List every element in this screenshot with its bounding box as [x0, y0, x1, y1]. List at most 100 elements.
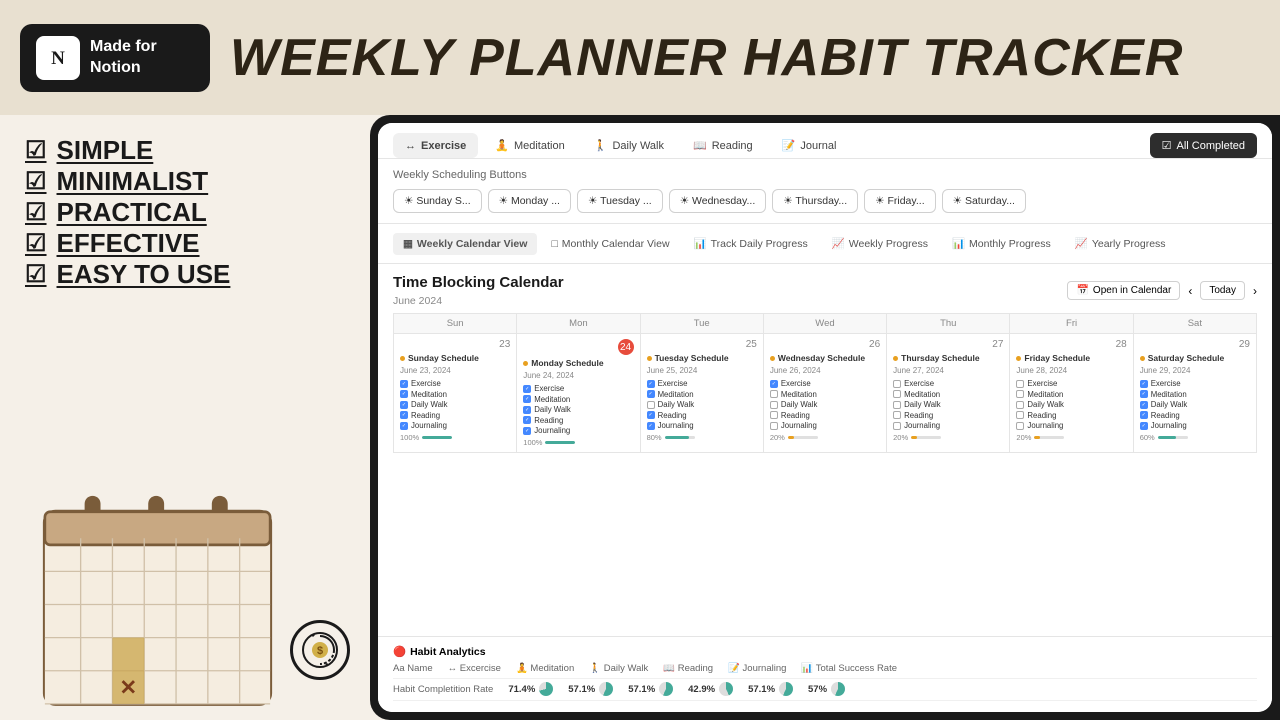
today-button[interactable]: Today	[1200, 281, 1245, 300]
task-checkbox[interactable]	[770, 390, 778, 398]
task-checkbox[interactable]	[647, 390, 655, 398]
task-checkbox[interactable]	[893, 401, 901, 409]
cell-task[interactable]: Journaling	[1016, 421, 1126, 430]
task-checkbox[interactable]	[1016, 380, 1024, 388]
habit-tab[interactable]: 🚶Daily Walk	[582, 133, 676, 158]
task-checkbox[interactable]	[400, 422, 408, 430]
day-button[interactable]: ☀ Wednesday...	[669, 189, 767, 213]
cell-task[interactable]: Reading	[1140, 411, 1250, 420]
habit-tab[interactable]: ☑All Completed	[1150, 133, 1257, 158]
task-checkbox[interactable]	[1016, 390, 1024, 398]
open-calendar-button[interactable]: 📅 Open in Calendar	[1067, 281, 1180, 300]
task-checkbox[interactable]	[400, 380, 408, 388]
task-checkbox[interactable]	[523, 385, 531, 393]
habit-tab[interactable]: ↔Exercise	[393, 133, 478, 158]
cell-task[interactable]: Meditation	[523, 395, 633, 404]
task-checkbox[interactable]	[1016, 401, 1024, 409]
task-checkbox[interactable]	[770, 422, 778, 430]
task-checkbox[interactable]	[1140, 380, 1148, 388]
calendar-cell[interactable]: 23Sunday ScheduleJune 23, 2024ExerciseMe…	[394, 334, 516, 452]
cell-task[interactable]: Exercise	[1140, 379, 1250, 388]
task-checkbox[interactable]	[647, 380, 655, 388]
day-button[interactable]: ☀ Thursday...	[772, 189, 858, 213]
cell-task[interactable]: Daily Walk	[893, 400, 1003, 409]
cell-task[interactable]: Exercise	[400, 379, 510, 388]
task-checkbox[interactable]	[647, 401, 655, 409]
task-checkbox[interactable]	[893, 411, 901, 419]
task-checkbox[interactable]	[400, 390, 408, 398]
cell-task[interactable]: Journaling	[647, 421, 757, 430]
task-checkbox[interactable]	[770, 411, 778, 419]
task-checkbox[interactable]	[647, 422, 655, 430]
cell-task[interactable]: Daily Walk	[400, 400, 510, 409]
cell-task[interactable]: Meditation	[400, 390, 510, 399]
cell-task[interactable]: Journaling	[400, 421, 510, 430]
cell-task[interactable]: Exercise	[523, 384, 633, 393]
cell-task[interactable]: Daily Walk	[523, 405, 633, 414]
next-button[interactable]: ›	[1253, 284, 1257, 298]
cell-task[interactable]: Reading	[893, 411, 1003, 420]
cell-task[interactable]: Daily Walk	[770, 400, 880, 409]
cell-task[interactable]: Meditation	[1016, 390, 1126, 399]
task-checkbox[interactable]	[770, 380, 778, 388]
cell-task[interactable]: Journaling	[893, 421, 1003, 430]
calendar-nav-tab[interactable]: 📊Track Daily Progress	[684, 232, 818, 255]
task-checkbox[interactable]	[1140, 422, 1148, 430]
cell-task[interactable]: Meditation	[647, 390, 757, 399]
calendar-cell[interactable]: 28Friday ScheduleJune 28, 2024ExerciseMe…	[1010, 334, 1132, 452]
calendar-nav-tab[interactable]: □Monthly Calendar View	[541, 233, 679, 255]
calendar-nav-tab[interactable]: ▦Weekly Calendar View	[393, 233, 537, 255]
task-checkbox[interactable]	[523, 427, 531, 435]
day-button[interactable]: ☀ Sunday S...	[393, 189, 482, 213]
cell-task[interactable]: Exercise	[893, 379, 1003, 388]
calendar-cell[interactable]: 24Monday ScheduleJune 24, 2024ExerciseMe…	[517, 334, 639, 452]
cell-task[interactable]: Exercise	[770, 379, 880, 388]
task-checkbox[interactable]	[400, 411, 408, 419]
calendar-cell[interactable]: 29Saturday ScheduleJune 29, 2024Exercise…	[1134, 334, 1256, 452]
cell-task[interactable]: Exercise	[647, 379, 757, 388]
task-checkbox[interactable]	[893, 390, 901, 398]
cell-task[interactable]: Meditation	[770, 390, 880, 399]
cell-task[interactable]: Journaling	[770, 421, 880, 430]
habit-tab[interactable]: 🧘Meditation	[483, 133, 576, 158]
task-checkbox[interactable]	[893, 380, 901, 388]
task-checkbox[interactable]	[400, 401, 408, 409]
calendar-cell[interactable]: 26Wednesday ScheduleJune 26, 2024Exercis…	[764, 334, 886, 452]
calendar-nav-tab[interactable]: 📊Monthly Progress	[942, 232, 1061, 255]
cell-task[interactable]: Reading	[523, 416, 633, 425]
prev-button[interactable]: ‹	[1188, 284, 1192, 298]
cell-task[interactable]: Journaling	[1140, 421, 1250, 430]
task-checkbox[interactable]	[647, 411, 655, 419]
day-button[interactable]: ☀ Tuesday ...	[577, 189, 663, 213]
calendar-cell[interactable]: 25Tuesday ScheduleJune 25, 2024ExerciseM…	[641, 334, 763, 452]
cell-task[interactable]: Daily Walk	[1140, 400, 1250, 409]
calendar-nav-tab[interactable]: 📈Weekly Progress	[822, 232, 938, 255]
habit-tab[interactable]: 📝Journal	[770, 133, 849, 158]
cell-task[interactable]: Reading	[647, 411, 757, 420]
task-checkbox[interactable]	[893, 422, 901, 430]
calendar-cell[interactable]: 27Thursday ScheduleJune 27, 2024Exercise…	[887, 334, 1009, 452]
task-checkbox[interactable]	[1016, 422, 1024, 430]
cell-task[interactable]: Reading	[400, 411, 510, 420]
day-button[interactable]: ☀ Saturday...	[942, 189, 1026, 213]
task-checkbox[interactable]	[1140, 401, 1148, 409]
task-checkbox[interactable]	[523, 395, 531, 403]
task-checkbox[interactable]	[1016, 411, 1024, 419]
day-button[interactable]: ☀ Friday...	[864, 189, 935, 213]
task-checkbox[interactable]	[1140, 411, 1148, 419]
task-checkbox[interactable]	[1140, 390, 1148, 398]
cell-task[interactable]: Journaling	[523, 426, 633, 435]
cell-task[interactable]: Reading	[770, 411, 880, 420]
cell-task[interactable]: Meditation	[893, 390, 1003, 399]
calendar-nav-tab[interactable]: 📈Yearly Progress	[1065, 232, 1176, 255]
cell-task[interactable]: Reading	[1016, 411, 1126, 420]
day-button[interactable]: ☀ Monday ...	[488, 189, 571, 213]
task-checkbox[interactable]	[770, 401, 778, 409]
cell-task[interactable]: Daily Walk	[1016, 400, 1126, 409]
task-checkbox[interactable]	[523, 416, 531, 424]
cell-task[interactable]: Exercise	[1016, 379, 1126, 388]
task-checkbox[interactable]	[523, 406, 531, 414]
cell-task[interactable]: Daily Walk	[647, 400, 757, 409]
cell-task[interactable]: Meditation	[1140, 390, 1250, 399]
habit-tab[interactable]: 📖Reading	[681, 133, 765, 158]
